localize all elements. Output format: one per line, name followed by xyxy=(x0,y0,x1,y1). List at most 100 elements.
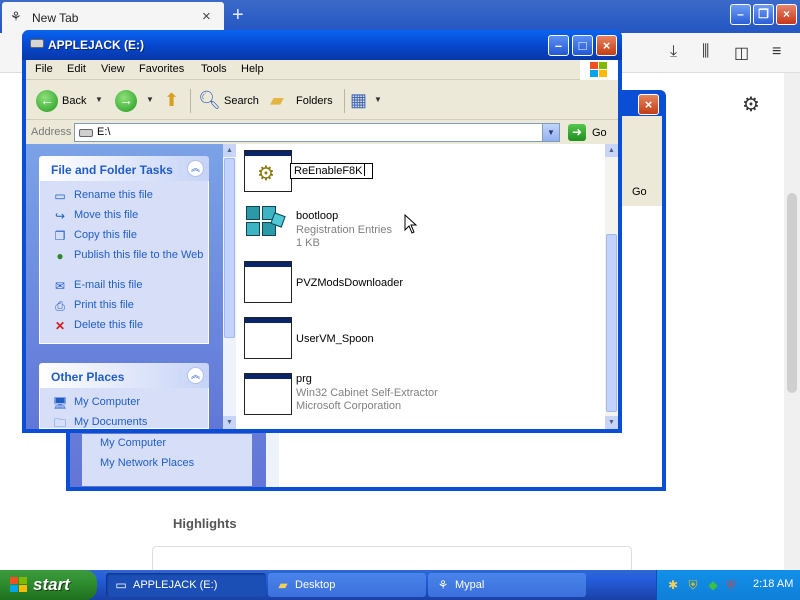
search-icon[interactable]: 🔍︎ xyxy=(198,90,221,111)
file-tasks-body: ▭ Rename this file ↪ Move this file ❐ Copy … xyxy=(39,181,209,344)
menu-tools[interactable]: Tools xyxy=(201,63,227,75)
windows-logo-icon xyxy=(580,60,618,80)
browser-close-button[interactable]: × xyxy=(776,4,797,25)
menu-view[interactable]: View xyxy=(101,63,125,75)
download-icon[interactable]: ⤓ xyxy=(670,43,677,61)
tab-close-icon[interactable]: × xyxy=(202,8,211,25)
security-shield-icon[interactable]: ⛨ xyxy=(685,577,701,593)
bg-window-close-button[interactable]: × xyxy=(638,94,659,115)
scroll-up-icon[interactable]: ▲ xyxy=(223,144,236,157)
file-folder-tasks-panel: File and Folder Tasks ︽ ▭ Rename this fil… xyxy=(39,156,209,344)
task-move[interactable]: ↪ Move this file xyxy=(52,209,207,223)
views-icon[interactable]: ▦ xyxy=(350,90,367,111)
scrollbar-thumb[interactable] xyxy=(787,193,797,393)
minimize-button[interactable]: – xyxy=(548,35,569,56)
sidebar-icon[interactable]: ◫ xyxy=(734,43,749,63)
address-bar: Address E:\ ▼ ➜ Go xyxy=(26,121,618,143)
file-list-scrollbar[interactable]: ▲ ▼ xyxy=(605,144,618,429)
file-tasks-header[interactable]: File and Folder Tasks ︽ xyxy=(39,156,209,181)
go-button[interactable]: ➜ Go xyxy=(566,124,616,142)
bg-link-my-network[interactable]: My Network Places xyxy=(100,457,194,469)
task-copy[interactable]: ❐ Copy this file xyxy=(52,229,207,243)
tab-favicon-icon: ⚘ xyxy=(10,9,22,24)
menu-file[interactable]: File xyxy=(35,63,53,75)
back-button[interactable]: Back xyxy=(62,95,86,107)
folders-button[interactable]: Folders xyxy=(296,95,333,107)
place-my-documents[interactable]: 🗀 My Documents xyxy=(52,416,207,428)
views-dropdown-icon[interactable]: ▼ xyxy=(374,95,382,104)
move-icon: ↪ xyxy=(54,209,66,223)
address-label: Address xyxy=(31,126,72,138)
start-button[interactable]: start xyxy=(0,570,97,600)
browser-scrollbar[interactable] xyxy=(784,73,800,570)
menu-icon[interactable]: ≡ xyxy=(772,43,781,61)
standard-toolbar: ← Back ▼ → ▼ ⬆ 🔍︎ Search ▰ Folders ▦ ▼ xyxy=(26,81,618,120)
settings-gear-icon[interactable]: ⚙ xyxy=(742,92,760,117)
window-title: APPLEJACK (E:) xyxy=(48,38,145,52)
delete-icon: ✕ xyxy=(54,319,66,333)
task-print[interactable]: ⎙ Print this file xyxy=(52,299,207,313)
menu-edit[interactable]: Edit xyxy=(67,63,86,75)
collapse-chevron-icon[interactable]: ︽ xyxy=(187,367,204,384)
file-name: PVZModsDownloader xyxy=(296,277,403,289)
back-arrow-icon[interactable]: ← xyxy=(36,90,58,112)
search-button[interactable]: Search xyxy=(224,95,259,107)
folders-icon[interactable]: ▰ xyxy=(270,90,284,111)
network-icon[interactable]: ◆ xyxy=(705,577,721,593)
menu-favorites[interactable]: Favorites xyxy=(139,63,184,75)
new-tab-icon[interactable]: + xyxy=(232,4,244,27)
library-icon[interactable]: ⫼ xyxy=(702,43,709,61)
forward-dropdown-icon[interactable]: ▼ xyxy=(146,95,154,104)
bg-go-button[interactable]: Go xyxy=(632,186,647,198)
other-places-body: 🖥︎ My Computer 🗀 My Documents xyxy=(39,388,209,429)
explorer-window[interactable]: APPLEJACK (E:) – □ × File Edit View Favo… xyxy=(22,30,622,433)
close-button[interactable]: × xyxy=(596,35,617,56)
address-dropdown-icon[interactable]: ▼ xyxy=(542,124,559,141)
task-rename[interactable]: ▭ Rename this file xyxy=(52,189,207,203)
place-my-computer[interactable]: 🖥︎ My Computer xyxy=(52,396,207,410)
task-email[interactable]: ✉ E-mail this file xyxy=(52,279,207,293)
go-label[interactable]: Go xyxy=(592,127,607,139)
browser-tab-bar: ⚘ New Tab × + – ❐ × xyxy=(0,0,800,33)
other-places-panel: Other Places ︽ 🖥︎ My Computer 🗀 My Documen… xyxy=(39,363,209,433)
highlights-heading: Highlights xyxy=(173,516,237,531)
task-pane-scrollbar[interactable]: ▲ ▼ xyxy=(223,144,236,429)
bg-link-my-computer[interactable]: My Computer xyxy=(100,437,166,449)
scroll-down-icon[interactable]: ▼ xyxy=(605,416,618,429)
clock[interactable]: 2:18 AM xyxy=(753,578,793,590)
rename-icon: ▭ xyxy=(54,189,66,203)
forward-arrow-icon[interactable]: → xyxy=(115,90,137,112)
menu-help[interactable]: Help xyxy=(241,63,264,75)
other-places-header[interactable]: Other Places ︽ xyxy=(39,363,209,388)
address-input[interactable]: E:\ ▼ xyxy=(74,123,560,142)
taskbar-button-applejack[interactable]: ▭ APPLEJACK (E:) xyxy=(106,573,266,597)
drive-icon xyxy=(30,39,44,48)
rename-input[interactable]: ReEnableF8K xyxy=(290,163,373,179)
scroll-up-icon[interactable]: ▲ xyxy=(605,144,618,157)
taskbar-button-desktop[interactable]: ▰ Desktop xyxy=(268,573,426,597)
browser-restore-button[interactable]: ❐ xyxy=(753,4,774,25)
scrollbar-thumb[interactable] xyxy=(606,234,617,412)
scroll-down-icon[interactable]: ▼ xyxy=(223,416,236,429)
task-delete[interactable]: ✕ Delete this file xyxy=(52,319,207,333)
browser-tab[interactable]: ⚘ New Tab × xyxy=(2,2,224,33)
up-folder-icon[interactable]: ⬆ xyxy=(164,90,179,111)
registry-icon xyxy=(240,202,288,246)
start-label[interactable]: start xyxy=(33,575,70,595)
go-arrow-icon[interactable]: ➜ xyxy=(568,124,586,141)
app-window-icon xyxy=(240,315,292,359)
security-alert-icon[interactable]: ⛨ xyxy=(723,577,739,593)
taskbar-button-mypal[interactable]: ⚘ Mypal xyxy=(428,573,586,597)
browser-minimize-button[interactable]: – xyxy=(730,4,751,25)
scrollbar-thumb[interactable] xyxy=(224,158,235,338)
file-name: UserVM_Spoon xyxy=(296,333,374,345)
tray-app-icon[interactable]: ✱ xyxy=(665,577,681,593)
maximize-button[interactable]: □ xyxy=(572,35,593,56)
task-publish[interactable]: ● Publish this file to the Web xyxy=(52,249,207,263)
window-title-bar[interactable]: APPLEJACK (E:) – □ × xyxy=(22,30,622,60)
collapse-chevron-icon[interactable]: ︽ xyxy=(187,160,204,177)
mouse-cursor-icon xyxy=(404,214,418,234)
address-value[interactable]: E:\ xyxy=(97,126,110,138)
drive-icon: ▭ xyxy=(115,578,127,592)
back-dropdown-icon[interactable]: ▼ xyxy=(95,95,103,104)
